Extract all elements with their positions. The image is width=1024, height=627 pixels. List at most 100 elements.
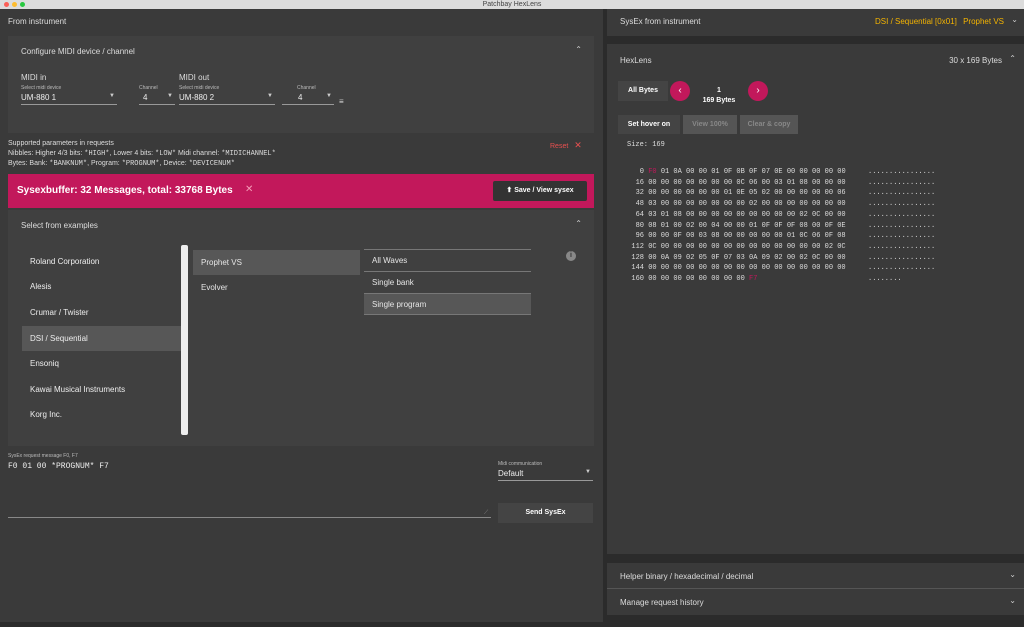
- midi-in-device-select[interactable]: UM-880 1 ▼: [21, 93, 117, 105]
- save-view-sysex-label: Save / View sysex: [514, 187, 574, 194]
- hex-bytes: 03 00 00 00 00 00 00 00 02 00 00 00 00 0…: [648, 200, 846, 209]
- program-label: , Program:: [87, 160, 120, 167]
- manufacturer-item[interactable]: Korg Inc.: [22, 402, 181, 427]
- manufacturer-item[interactable]: Kawai Musical Instruments: [22, 377, 181, 402]
- info-icon[interactable]: i: [566, 251, 576, 261]
- chevron-right-icon: ›: [756, 85, 760, 96]
- close-icon: ✕: [574, 140, 582, 150]
- device-item[interactable]: Evolver: [193, 275, 360, 300]
- manufacturer-item[interactable]: Alesis: [22, 274, 181, 299]
- sysex-source: DSI / Sequential [0x01]: [875, 17, 957, 26]
- request-item-selected[interactable]: Single program: [364, 293, 531, 315]
- nibbles-label: Nibbles: Higher 4/3 bits:: [8, 150, 83, 157]
- view-100-button[interactable]: View 100%: [683, 115, 737, 134]
- sysex-buffer-text: Sysexbuffer: 32 Messages, total: 33768 B…: [17, 185, 233, 196]
- banknum-token: *BANKNUM*: [49, 160, 88, 168]
- reset-button[interactable]: Reset ✕: [550, 140, 582, 151]
- from-instrument-title: From instrument: [8, 17, 67, 26]
- hex-ascii: ................: [868, 178, 936, 187]
- hex-row: 96 00 00 0F 00 03 08 00 00 00 00 00 01 0…: [618, 232, 948, 240]
- chevron-up-icon[interactable]: ⌃: [575, 219, 582, 228]
- chevron-down-icon[interactable]: ⌄: [1009, 596, 1016, 605]
- hex-ascii: ................: [868, 168, 936, 176]
- dropdown-arrow-icon: ▼: [167, 93, 173, 99]
- midi-in-channel-select[interactable]: 4 ▼: [139, 93, 175, 105]
- hex-bytes: 00 00 00 00 00 00 00 0C 06 00 03 01 08 0…: [648, 178, 846, 187]
- hex-row: 80 08 01 00 02 00 04 00 00 01 0F 0F 0F 0…: [618, 222, 948, 230]
- manufacturer-item[interactable]: Roland Corporation: [22, 249, 181, 274]
- midi-out-device-select[interactable]: UM-880 2 ▼: [179, 93, 275, 105]
- chevron-up-icon[interactable]: ⌃: [1009, 54, 1016, 63]
- midi-in-device-label: Select midi device: [21, 85, 62, 91]
- set-hover-button[interactable]: Set hover on: [618, 115, 680, 134]
- hex-bytes: 00 00 00 00 00 00 01 0E 05 02 00 00 00 0…: [648, 189, 846, 198]
- chevron-down-icon[interactable]: ⌄: [1009, 570, 1016, 579]
- examples-title: Select from examples: [21, 221, 98, 230]
- clear-buffer-icon[interactable]: ✕: [245, 184, 253, 195]
- manufacturer-item-selected[interactable]: DSI / Sequential: [22, 326, 181, 351]
- hex-ascii: ................: [868, 232, 936, 241]
- hex-byte-end: F7: [749, 275, 758, 283]
- manufacturer-scrollbar[interactable]: [181, 245, 188, 435]
- device-item-selected[interactable]: Prophet VS: [193, 250, 360, 275]
- hex-offset: 96: [635, 232, 644, 241]
- midi-out-device-value: UM-880 2: [179, 93, 215, 102]
- hex-offset: 48: [635, 200, 644, 209]
- chevron-down-icon[interactable]: ⌄: [1011, 15, 1018, 24]
- minimize-window-icon[interactable]: [12, 2, 17, 7]
- hexlens-dimensions: 30 x 169 Bytes: [949, 56, 1002, 65]
- hex-offset: 16: [635, 178, 644, 187]
- manufacturer-item[interactable]: Crumar / Twister: [22, 300, 181, 325]
- hex-ascii: ........: [868, 275, 902, 283]
- resize-handle-icon[interactable]: ⟋: [484, 510, 488, 517]
- hex-offset: 80: [635, 221, 644, 230]
- hex-row: 128 00 0A 09 02 05 0F 07 03 0A 09 02 00 …: [618, 254, 948, 262]
- clear-copy-button[interactable]: Clear & copy: [740, 115, 798, 134]
- window-titlebar: Patchbay HexLens: [0, 0, 1024, 9]
- sysex-source-info: DSI / Sequential [0x01] Prophet VS: [875, 17, 1004, 26]
- request-item[interactable]: All Waves: [364, 249, 531, 271]
- midi-communication-value: Default: [498, 469, 524, 478]
- midi-out-label: MIDI out: [179, 73, 210, 82]
- midi-communication-select[interactable]: Default ▼: [498, 469, 593, 481]
- low-token: *LOW*: [155, 150, 177, 158]
- high-token: *HIGH*: [84, 150, 110, 158]
- maximize-window-icon[interactable]: [20, 2, 25, 7]
- request-item[interactable]: Single bank: [364, 271, 531, 293]
- all-bytes-button[interactable]: All Bytes: [618, 81, 668, 101]
- params-line-1: Nibbles: Higher 4/3 bits: *HIGH*, Lower …: [8, 150, 276, 158]
- window-title: Patchbay HexLens: [482, 1, 542, 8]
- hex-bytes: 00 0A 09 02 05 0F 07 03 0A 09 02 00 02 0…: [648, 253, 846, 262]
- chevron-up-icon[interactable]: ⌃: [575, 45, 582, 54]
- hex-bytes: 03 01 08 00 00 00 00 00 00 00 00 00 02 0…: [648, 210, 846, 219]
- midi-communication-label: Midi communication: [498, 461, 543, 467]
- midi-out-channel-value: 4: [298, 93, 303, 102]
- next-page-button[interactable]: ›: [748, 81, 768, 101]
- devicenum-token: *DEVICENUM*: [188, 160, 235, 168]
- hex-byte-start: F0: [648, 168, 657, 176]
- hex-size: Size: 169: [627, 141, 665, 149]
- midichannel-token: *MIDICHANNEL*: [221, 150, 276, 158]
- save-view-sysex-button[interactable]: ⬆ Save / View sysex: [493, 181, 587, 201]
- sysex-buffer-bar: Sysexbuffer: 32 Messages, total: 33768 B…: [8, 174, 594, 208]
- page-number: 1: [717, 87, 721, 94]
- send-sysex-button[interactable]: Send SysEx: [498, 503, 593, 523]
- playlist-icon[interactable]: ≡: [339, 97, 344, 106]
- lower-label: , Lower 4 bits:: [109, 150, 154, 157]
- hex-bytes: 01 0A 00 00 01 0F 0B 0F 07 0E 00 00 00 0…: [660, 168, 846, 176]
- close-window-icon[interactable]: [4, 2, 9, 7]
- configure-midi-title: Configure MIDI device / channel: [21, 47, 135, 56]
- sysex-from-instrument-panel: SysEx from instrument DSI / Sequential […: [607, 9, 1024, 36]
- dropdown-arrow-icon: ▼: [585, 469, 591, 475]
- hexlens-title: HexLens: [620, 56, 652, 65]
- previous-page-button[interactable]: ‹: [670, 81, 690, 101]
- midi-channel-label: Midi channel:: [178, 150, 220, 157]
- manufacturer-item[interactable]: Ensoniq: [22, 351, 181, 376]
- hex-ascii: ................: [868, 189, 936, 198]
- dropdown-arrow-icon: ▼: [267, 93, 273, 99]
- hex-row: 112 0C 00 00 00 00 00 00 00 00 00 00 00 …: [618, 243, 948, 251]
- midi-out-channel-select[interactable]: 4 ▼: [282, 93, 334, 105]
- divider: [607, 588, 1024, 589]
- request-message-value[interactable]: F0 01 00 *PROGNUM* F7: [8, 462, 109, 471]
- midi-in-label: MIDI in: [21, 73, 47, 82]
